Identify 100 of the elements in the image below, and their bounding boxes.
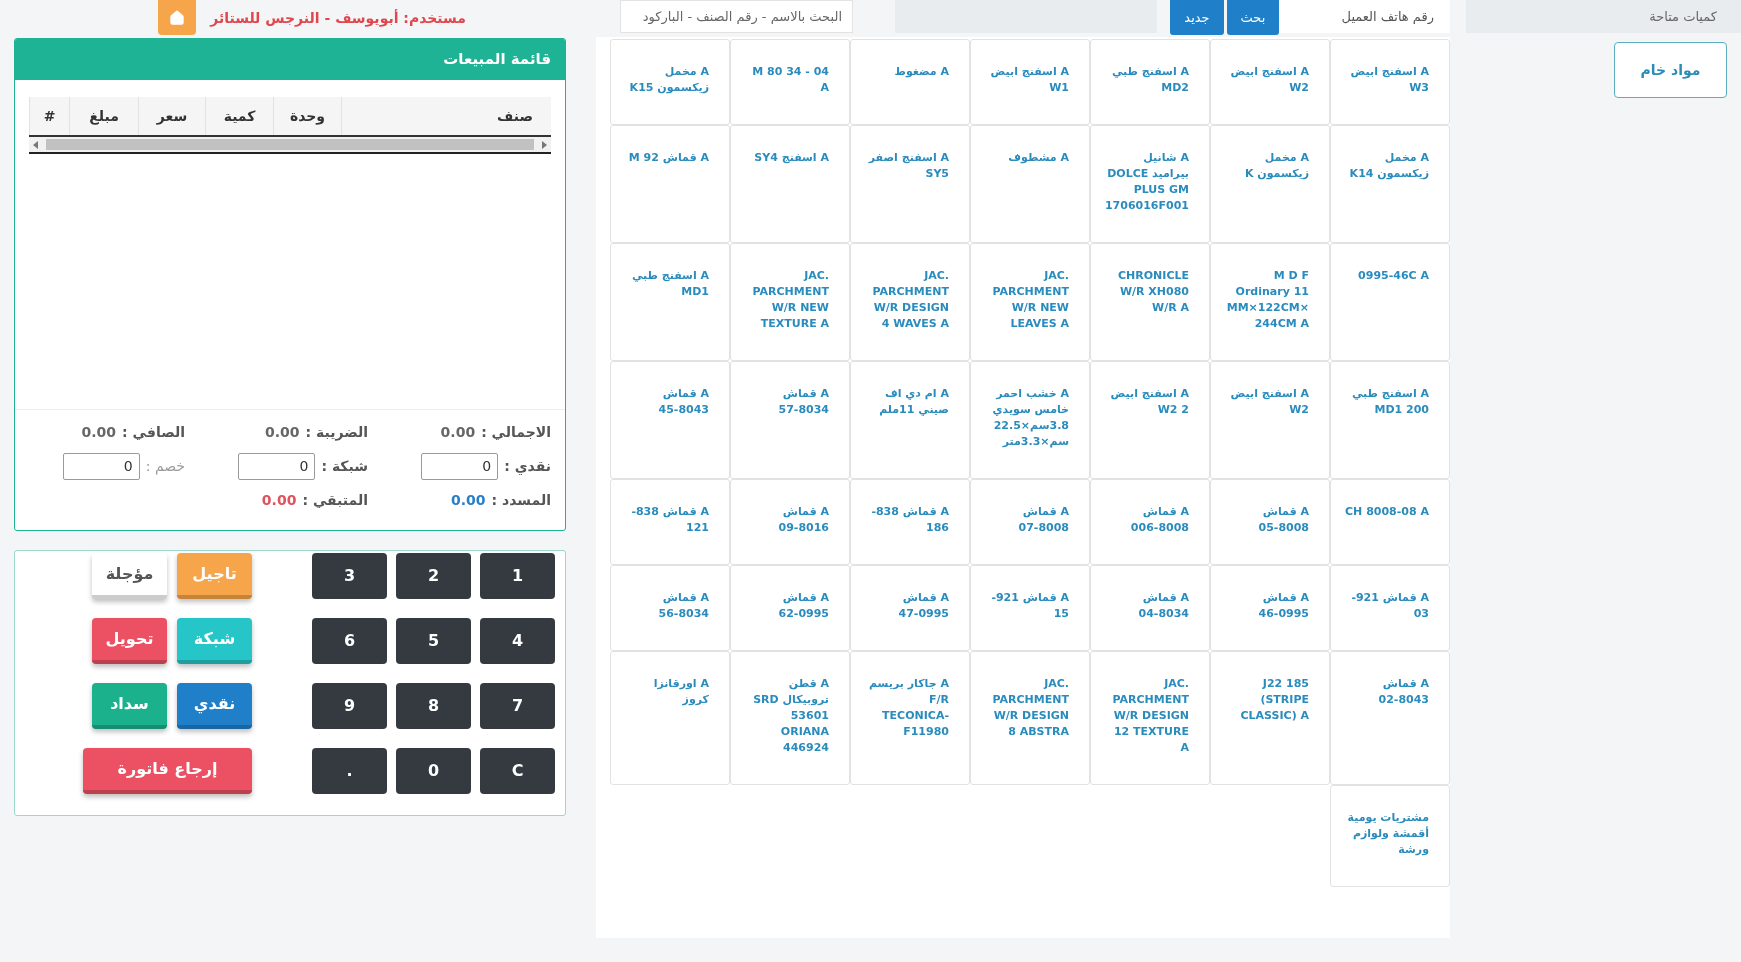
product-tile[interactable]: مشتريات يومية أقمشة ولوازم ورشة (1330, 785, 1450, 887)
column-header: كمية (205, 97, 273, 135)
product-tile[interactable]: A قماش 921-15 (970, 565, 1090, 651)
payment-action-button[interactable]: تاجيل (177, 553, 252, 599)
caret-right-icon[interactable] (542, 140, 547, 149)
product-tile[interactable]: 0995-46C A (1330, 243, 1450, 361)
column-header: وحدة (273, 97, 341, 135)
payment-amount-field[interactable]: 0 (238, 452, 316, 480)
product-tile[interactable]: J22 185 (STRIPE CLASSIC) A (1210, 651, 1330, 785)
balance-value: 0.00 (451, 490, 486, 510)
product-tile[interactable]: A اسفنج ابيض W2 (1210, 39, 1330, 125)
caret-left-icon[interactable] (33, 140, 38, 149)
product-tile[interactable]: A قماش 921-03 (1330, 565, 1450, 651)
product-tile[interactable]: A قماش 8043-45 (610, 361, 730, 479)
payment-amount-field[interactable]: 0 (421, 452, 499, 480)
product-tile[interactable]: A ام دي اف صيني 11ملم (850, 361, 970, 479)
product-tile[interactable]: A اسفنج ابيض W3 (1330, 39, 1450, 125)
keypad-key[interactable]: 1 (480, 553, 555, 599)
product-tile[interactable]: A اسفنج طبي MD2 (1090, 39, 1210, 125)
payment-amount-field[interactable]: 0 (62, 452, 140, 480)
customer-phone-field[interactable]: رقم هاتف العميل (1279, 0, 1450, 33)
search-button[interactable]: بحث (1227, 0, 1279, 35)
product-tile[interactable]: A قماش 8008-05 (1210, 479, 1330, 565)
total-value: 0.00 (440, 422, 476, 442)
product-tile[interactable]: A مخمل زيكسمون K15 (610, 39, 730, 125)
product-search-field[interactable]: البحث بالاسم - رقم الصنف - الباركود (620, 0, 853, 33)
product-tile[interactable]: JAC. PARCHMENT W/R DESIGN 12 TEXTURE A (1090, 651, 1210, 785)
payment-label: خصم : (145, 456, 185, 477)
product-tile[interactable]: A مخمل زيكسمون K (1210, 125, 1330, 243)
user-label: مستخدم: أبويوسف - النرجس للستائر (210, 8, 466, 29)
product-tile[interactable]: A قماش 838-121 (610, 479, 730, 565)
product-tile[interactable]: A شانيل بيراميد DOLCE PLUS GM 1706016F001 (1090, 125, 1210, 243)
stock-title: كميات متاحة (1649, 7, 1717, 26)
product-tile[interactable]: A قماش 0995-62 (730, 565, 850, 651)
product-tile[interactable]: A قماش 8043-02 (1330, 651, 1450, 785)
payment-action-button[interactable]: سداد (92, 683, 167, 729)
product-tile[interactable]: A قطن تروبيكال SRD 53601 ORIANA 446924 (730, 651, 850, 785)
product-tile[interactable]: A قماش 8008-07 (970, 479, 1090, 565)
payment-action-button[interactable]: إرجاع فاتورة (83, 748, 252, 794)
keypad-key[interactable]: 3 (312, 553, 387, 599)
payment-action-button[interactable]: نقدي (177, 683, 252, 729)
keypad-key[interactable]: 0 (396, 748, 471, 794)
keypad-key[interactable]: 7 (480, 683, 555, 729)
product-tile[interactable]: A قماش 8034-56 (610, 565, 730, 651)
product-tile[interactable]: JAC. PARCHMENT W/R DESIGN 8 ABSTRA (970, 651, 1090, 785)
keypad-key[interactable]: 4 (480, 618, 555, 664)
new-button[interactable]: جديد (1170, 0, 1224, 35)
keypad-key[interactable]: 9 (312, 683, 387, 729)
payment-action-button[interactable]: مؤجلة (92, 553, 167, 599)
payment-action-button[interactable]: تحويل (92, 618, 167, 664)
total-value: 0.00 (81, 422, 117, 442)
horizontal-scrollbar[interactable] (29, 137, 551, 154)
product-tile[interactable]: A اسفنج SY4 (730, 125, 850, 243)
product-tile[interactable]: A اورقانزا كروز (610, 651, 730, 785)
sales-panel-title: قائمة المبيعات (443, 49, 551, 71)
column-header: # (29, 97, 69, 135)
product-tile[interactable]: CH 8008-08 A (1330, 479, 1450, 565)
keypad-key[interactable]: 8 (396, 683, 471, 729)
product-tile[interactable]: A قماش 8016-09 (730, 479, 850, 565)
product-tile[interactable]: A اسفنج طبي MD1 (610, 243, 730, 361)
product-tile[interactable]: A اسفنج اصفر SY5 (850, 125, 970, 243)
product-tile[interactable]: M 80 34 - 04 A (730, 39, 850, 125)
keypad-key[interactable]: 6 (312, 618, 387, 664)
product-tile[interactable]: A مضغوط (850, 39, 970, 125)
product-tile[interactable]: A قماش 8034-04 (1090, 565, 1210, 651)
product-tile[interactable]: JAC. PARCHMENT W/R DESIGN 4 WAVES A (850, 243, 970, 361)
product-tile[interactable]: A جاكار بريسم F/R TECONICA-F11980 (850, 651, 970, 785)
product-tile[interactable]: A اسفنج ابيض W1 (970, 39, 1090, 125)
product-tile[interactable]: A مخمل زيكسمون K14 (1330, 125, 1450, 243)
column-header: سعر (138, 97, 205, 135)
product-tile[interactable]: A قماش 838-186 (850, 479, 970, 565)
product-tile[interactable]: A خشب احمر خامس سويدي 3.8سم×22.5سم×3.3متر (970, 361, 1090, 479)
product-tile[interactable]: A اسفنج ابيض W2 2 (1090, 361, 1210, 479)
keypad-key[interactable]: . (312, 748, 387, 794)
payment-action-button[interactable]: شبكة (177, 618, 252, 664)
keypad-key[interactable]: 5 (396, 618, 471, 664)
total-label: الضريبة : (305, 422, 368, 443)
balance-label: المتبقي : (302, 490, 368, 510)
product-tile[interactable]: A قماش 8008-006 (1090, 479, 1210, 565)
product-tile[interactable]: A قماش M 92 (610, 125, 730, 243)
product-tile[interactable]: CHRONICLE W/R XH080 W/R A (1090, 243, 1210, 361)
product-tile[interactable]: A اسفنج ابيض W2 (1210, 361, 1330, 479)
payment-label: شبكة : (321, 456, 368, 476)
product-tile[interactable]: A قماش 0995-47 (850, 565, 970, 651)
product-tile[interactable]: M D F Ordinary 11 MM×122CM×244CM A (1210, 243, 1330, 361)
product-tile[interactable]: A قماش 0995-46 (1210, 565, 1330, 651)
product-tile[interactable]: A قماش 8034-57 (730, 361, 850, 479)
scrollbar-thumb[interactable] (46, 139, 534, 150)
product-tile[interactable]: A اسفنج طبي MD1 200 (1330, 361, 1450, 479)
category-button[interactable]: مواد خام (1614, 42, 1727, 98)
product-tile[interactable]: JAC. PARCHMENT W/R NEW LEAVES A (970, 243, 1090, 361)
balance-label: المسدد : (491, 490, 551, 510)
total-value: 0.00 (264, 422, 300, 442)
keypad-key[interactable]: C (480, 748, 555, 794)
keypad-key[interactable]: 2 (396, 553, 471, 599)
total-label: الاجمالي : (481, 422, 551, 442)
product-tile[interactable]: A مشطوف (970, 125, 1090, 243)
product-tile[interactable]: JAC. PARCHMENT W/R NEW TEXTURE A (730, 243, 850, 361)
home-button[interactable] (158, 0, 197, 35)
total-label: الصافي : (122, 422, 185, 442)
